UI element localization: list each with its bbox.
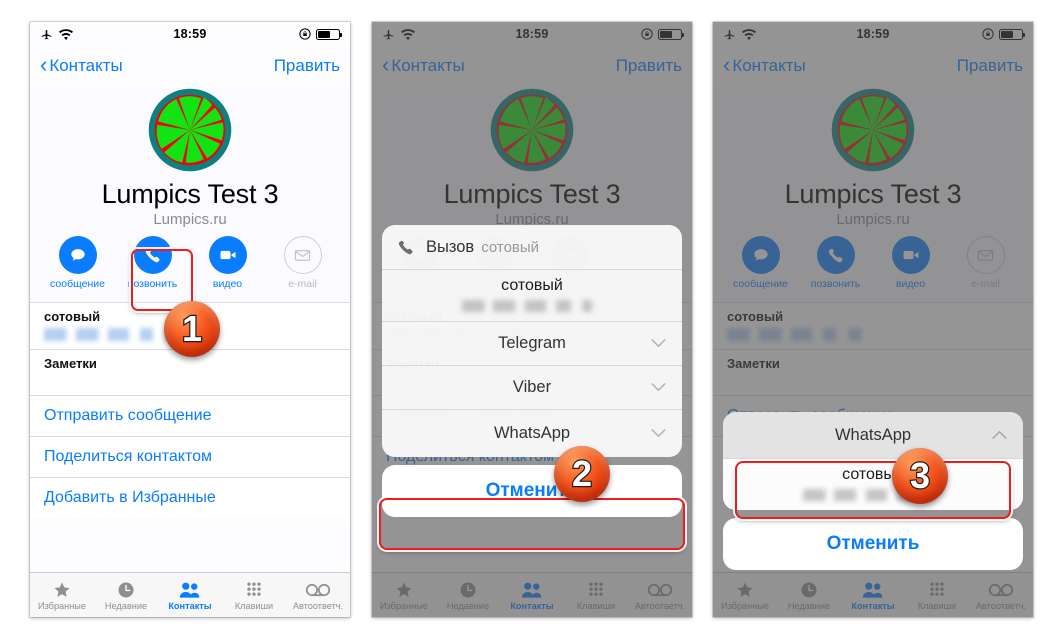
contact-organization: Lumpics.ru (153, 211, 227, 228)
chevron-down-icon (651, 425, 666, 443)
link-add-favorite-label: Добавить в Избранные (44, 489, 216, 506)
status-left-icons (40, 28, 73, 41)
rotation-lock-icon (299, 28, 311, 40)
step-badge-1: 1 (164, 301, 220, 357)
action-message[interactable]: сообщение (46, 236, 110, 292)
envelope-icon (283, 236, 322, 274)
link-share-contact-label: Поделиться контактом (44, 448, 212, 465)
edit-button[interactable]: Править (274, 56, 340, 76)
message-icon (58, 236, 97, 274)
link-send-message-label: Отправить сообщение (44, 407, 212, 424)
status-bar: 18:59 (30, 22, 350, 46)
sheet-option-viber-label: Viber (512, 378, 552, 396)
sheet-title-row: Вызов сотовый (382, 225, 682, 269)
clock-icon (94, 579, 158, 600)
action-video-label: видео (212, 278, 243, 290)
sheet-cancel-button[interactable]: Отменить (382, 465, 682, 517)
action-call[interactable]: позвонить (121, 236, 185, 292)
sheet-option-whatsapp-label: WhatsApp (493, 424, 571, 442)
sheet-whatsapp-header-label: WhatsApp (834, 425, 912, 444)
sheet-option-whatsapp[interactable]: WhatsApp (382, 409, 682, 457)
step-badge-2: 2 (554, 446, 610, 502)
chevron-left-icon: ‹ (40, 51, 48, 77)
chevron-down-icon (651, 335, 666, 353)
tab-keypad[interactable]: Клавиши (222, 579, 286, 611)
avatar-wrap (30, 87, 350, 173)
action-email: e-mail (271, 236, 335, 292)
screen-3: 18:59 ‹ Контакты Править (713, 22, 1033, 617)
action-video[interactable]: видео (196, 236, 260, 292)
sheet-whatsapp-header[interactable]: WhatsApp (723, 412, 1023, 458)
three-panel-tutorial-screenshot: 18:59 ‹ Контакты Править Lumpics Test 3 … (0, 0, 1064, 639)
sheet-subtitle-label: сотовый (481, 238, 540, 256)
step-badge-3: 3 (892, 448, 948, 504)
whatsapp-sheet-group: WhatsApp сотовый (723, 412, 1023, 510)
sheet-option-telegram-label: Telegram (498, 334, 566, 352)
link-send-message[interactable]: Отправить сообщение (30, 395, 350, 436)
phone-handset-icon (396, 238, 426, 257)
navigation-bar: ‹ Контакты Править (30, 46, 350, 85)
whatsapp-expanded-sheet: WhatsApp сотовый Отменить (723, 412, 1023, 570)
tab-voicemail[interactable]: Автоответч. (286, 579, 350, 611)
status-right-icons (299, 28, 342, 40)
contacts-icon (158, 579, 222, 600)
action-email-label: e-mail (288, 278, 317, 290)
airplane-icon (40, 28, 53, 41)
sheet-cancel-button[interactable]: Отменить (723, 518, 1023, 570)
sheet-option-viber[interactable]: Viber (382, 365, 682, 409)
battery-icon (316, 28, 342, 40)
screen-2: 18:59 ‹ Контакты Править (372, 22, 692, 617)
sheet-option-mobile[interactable]: сотовый (382, 269, 682, 321)
tab-favorites[interactable]: Избранные (30, 579, 94, 611)
tab-keypad-label: Клавиши (234, 601, 274, 611)
sheet-option-mobile-label: сотовый (501, 277, 563, 294)
video-camera-icon (208, 236, 247, 274)
action-call-label: позвонить (127, 278, 178, 290)
contact-name: Lumpics Test 3 (101, 179, 279, 209)
call-action-sheet: Вызов сотовый сотовый Telegram Viber Wha… (382, 225, 682, 517)
quick-actions: сообщение позвонить видео e-mail (30, 228, 350, 296)
phone-icon (133, 236, 172, 274)
sheet-option-telegram[interactable]: Telegram (382, 321, 682, 365)
info-row-notes-label: Заметки (44, 356, 97, 371)
tab-contacts[interactable]: Контакты (158, 579, 222, 611)
voicemail-icon (286, 579, 350, 600)
back-to-contacts-button[interactable]: ‹ Контакты (40, 51, 123, 77)
blurred-phone-number (462, 300, 602, 312)
phone-panel-2: 18:59 ‹ Контакты Править (372, 22, 692, 617)
tab-recents[interactable]: Недавние (94, 579, 158, 611)
tab-voicemail-label: Автоответч. (292, 601, 344, 611)
sheet-whatsapp-option-mobile[interactable]: сотовый (723, 458, 1023, 510)
tab-contacts-label: Контакты (168, 601, 212, 611)
keypad-icon (222, 579, 286, 600)
tab-bar: Избранные Недавние Контакты Клавиши Авто… (30, 572, 350, 617)
chevron-up-icon (992, 426, 1007, 444)
sheet-title-label: Вызов (426, 237, 475, 256)
link-share-contact[interactable]: Поделиться контактом (30, 436, 350, 477)
call-action-sheet-group: Вызов сотовый сотовый Telegram Viber Wha… (382, 225, 682, 457)
link-add-favorite[interactable]: Добавить в Избранные (30, 477, 350, 518)
phone-panel-3: 18:59 ‹ Контакты Править (713, 22, 1033, 617)
action-message-label: сообщение (50, 278, 105, 290)
tab-recents-label: Недавние (104, 601, 148, 611)
chevron-down-icon (651, 379, 666, 397)
citrus-slice-avatar[interactable] (147, 87, 233, 173)
star-icon (30, 579, 94, 600)
back-label: Контакты (49, 55, 123, 75)
contact-header: Lumpics Test 3 Lumpics.ru сообщение позв… (30, 87, 350, 302)
tab-favorites-label: Избранные (37, 601, 87, 611)
wifi-icon (59, 28, 73, 40)
